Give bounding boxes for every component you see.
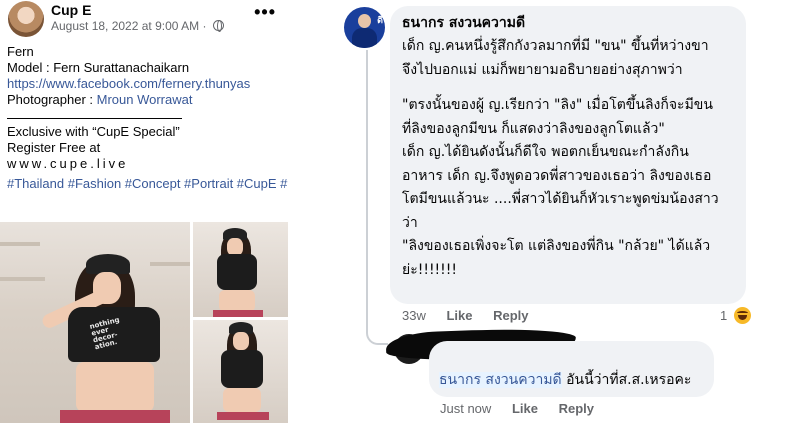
comment-like-button[interactable]: Like [446, 308, 472, 323]
post-photo-2[interactable] [193, 222, 288, 317]
page-avatar[interactable] [8, 1, 44, 37]
caption-hashtags[interactable]: #Thailand #Fashion #Concept #Portrait #C… [7, 176, 288, 192]
reply-bubble: ธนากร สงวนความดี อันนี้ว่าที่ส.ส.เหรอคะ [429, 341, 714, 397]
reply-text: ธนากร สงวนความดี อันนี้ว่าที่ส.ส.เหรอคะ [439, 369, 691, 391]
comment-line: เด็ก ญ.ได้ยินดังนั้นก็ดีใจ พอตกเย็นขณะกำ… [402, 144, 689, 160]
comment-line: "ลิงของเธอเพิ่งจะโต แต่ลิงของพี่กิน "กล้… [402, 238, 711, 254]
caption-photographer: Photographer : Mroun Worrawat [7, 92, 283, 108]
post-photo-3[interactable] [193, 320, 288, 423]
post-photo-main[interactable]: nothing ever decor-ation. [0, 222, 190, 423]
post-photo-grid: nothing ever decor-ation. [0, 222, 288, 423]
reply-actions: Just now Like Reply [440, 401, 611, 416]
caption-divider [7, 118, 182, 119]
reply-reply-button[interactable]: Reply [559, 401, 594, 416]
comment-line: โตมีขนแล้วนะ ....พี่สาวได้ยินก็หัวเราะพู… [402, 191, 719, 207]
caption-exclusive: Exclusive with “CupE Special” [7, 124, 180, 139]
caption-register: Register Free at [7, 140, 101, 155]
commenter-name[interactable]: ธนากร สงวนความดี [402, 12, 525, 34]
photographer-name-link[interactable]: Mroun Worrawat [97, 92, 193, 107]
comment-line: เด็ก ญ.คนหนึ่งรู้สึกกังวลมากที่มี "ขน" ข… [402, 38, 709, 54]
reaction-count: 1 [720, 308, 728, 323]
comment-line: จึงไปบอกแม่ แม่ก็พยายามอธิบายอย่างสุภาพว… [402, 61, 683, 78]
comment-thread: ดี ธนากร สงวนความดี เด็ก ญ.คนหนึ่งรู้สึก… [334, 0, 800, 423]
comment-bubble: ธนากร สงวนความดี เด็ก ญ.คนหนึ่งรู้สึกกัง… [390, 6, 746, 304]
comment-line: ว่า [402, 214, 418, 231]
comment-line: ที่ลิงของลูกมีขน ก็แสดงว่าลิงของลูกโตแล้… [402, 120, 665, 137]
globe-icon [212, 20, 224, 32]
photographer-prefix: Photographer : [7, 92, 97, 107]
more-options-icon[interactable]: ••• [254, 2, 276, 23]
thread-connector-line [366, 50, 388, 345]
reply-message: อันนี้ว่าที่ส.ส.เหรอคะ [561, 372, 692, 388]
caption-model: Model : Fern Surattanachaikarn [7, 60, 190, 75]
comment-actions: 33w Like Reply [402, 308, 546, 323]
caption-site: www.cupe.live [7, 156, 129, 171]
comment-time[interactable]: 33w [402, 308, 426, 323]
comment-reactions[interactable]: 1 [720, 307, 751, 324]
comment-line: "ตรงนั้นของผู้ ญ.เรียกว่า "ลิง" เมื่อโตข… [402, 97, 713, 113]
dot-separator: · [202, 19, 207, 33]
avatar-badge: ดี [377, 15, 383, 25]
page-name[interactable]: Cup E [51, 2, 91, 18]
panel-gap [288, 0, 334, 423]
comment-line: อาหาร เด็ก ญ.จึงพูดอวดพี่สาวของเธอว่า ลิ… [402, 167, 712, 184]
reply-mention-link[interactable]: ธนากร สงวนความดี [439, 372, 562, 388]
reply-time[interactable]: Just now [440, 401, 491, 416]
post-date-text[interactable]: August 18, 2022 at 9:00 AM [51, 19, 199, 33]
comment-reply-button[interactable]: Reply [493, 308, 528, 323]
haha-icon [733, 307, 751, 324]
commenter-avatar[interactable]: ดี [344, 7, 385, 48]
post-caption: Fern Model : Fern Surattanachaikarn http… [7, 44, 288, 192]
facebook-profile-link[interactable]: https://www.facebook.com/fernery.thunyas [7, 76, 250, 91]
facebook-post: Cup E August 18, 2022 at 9:00 AM · ••• F… [0, 0, 288, 423]
edge-fade [760, 0, 800, 423]
reply-like-button[interactable]: Like [512, 401, 538, 416]
caption-name: Fern [7, 44, 34, 59]
comment-line: ย่ะ!!!!!!! [402, 261, 458, 278]
post-header: Cup E August 18, 2022 at 9:00 AM · ••• [0, 0, 288, 40]
post-timestamp[interactable]: August 18, 2022 at 9:00 AM · [51, 19, 224, 33]
comment-text: เด็ก ญ.คนหนึ่งรู้สึกกังวลมากที่มี "ขน" ข… [402, 35, 742, 282]
